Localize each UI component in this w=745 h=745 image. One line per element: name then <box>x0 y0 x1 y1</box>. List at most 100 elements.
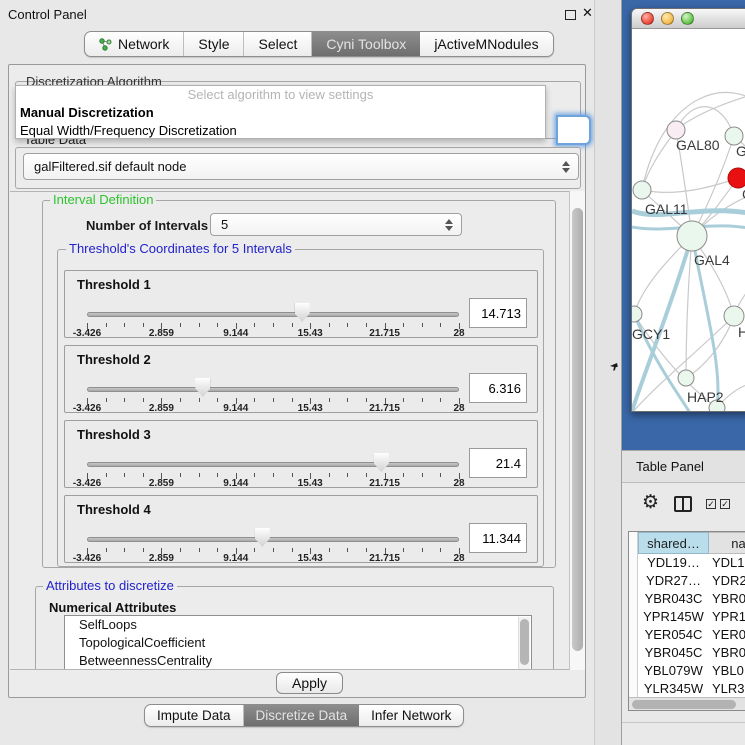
network-node[interactable] <box>633 181 651 199</box>
threshold-value-field[interactable] <box>469 373 527 403</box>
slider-tick <box>329 323 330 327</box>
slider-tick <box>273 548 274 552</box>
algorithm-option-manual[interactable]: Manual Discretization <box>16 104 545 122</box>
slider-tick <box>180 548 181 552</box>
close-traffic-light-icon[interactable] <box>641 12 654 25</box>
table-row[interactable]: YLR345WYLR3 <box>629 680 745 698</box>
slider-tick <box>403 398 404 402</box>
attribute-list-item[interactable]: BetweennessCentrality <box>65 652 531 670</box>
cyni-toolbox-panel: Discretization Algorithm Select algorith… <box>8 64 586 698</box>
slider-tick-label: 28 <box>453 553 464 564</box>
table-row[interactable]: YER054CYER0 <box>629 626 745 644</box>
list-scrollbar[interactable] <box>518 617 530 670</box>
tab-label: Network <box>118 36 169 52</box>
threshold-value-field[interactable] <box>469 523 527 553</box>
table-data-combobox[interactable]: galFiltered.sif default node <box>23 153 579 180</box>
panel-scrollbar[interactable] <box>569 191 585 670</box>
attribute-list-item[interactable]: TopologicalCoefficient <box>65 634 531 652</box>
slider-tick <box>440 473 441 477</box>
table-row[interactable]: YPR145WYPR1 <box>629 608 745 626</box>
apply-button[interactable]: Apply <box>276 672 343 694</box>
tab-cyni-toolbox[interactable]: Cyni Toolbox <box>312 32 420 56</box>
threshold-slider-track[interactable] <box>87 537 459 542</box>
tab-infer-network[interactable]: Infer Network <box>359 705 463 726</box>
network-node[interactable] <box>677 221 707 251</box>
table-cell-shared-name: YBR043C <box>638 590 709 608</box>
tab-label: Style <box>198 36 229 52</box>
table-cell-shared-name: YDR27… <box>638 572 709 590</box>
table-row[interactable]: YBL079WYBL0 <box>629 662 745 680</box>
minimize-traffic-light-icon[interactable] <box>661 12 674 25</box>
slider-tick <box>292 473 293 477</box>
tab-label: Select <box>258 36 297 52</box>
slider-tick <box>440 548 441 552</box>
table-cell-name: YDL1 <box>712 554 745 572</box>
right-column: GAL80GACGAL11GAL4GCY1HHAP2 Table Panel ⚙… <box>622 0 745 745</box>
slider-tick <box>106 398 107 402</box>
close-panel-button[interactable]: ✕ <box>582 5 593 21</box>
threshold-value-field[interactable] <box>469 298 527 328</box>
table-cell-shared-name: YDL19… <box>638 554 709 572</box>
threshold-value-field[interactable] <box>469 448 527 478</box>
slider-tick-label: 9.144 <box>223 553 248 564</box>
slider-tick-label: -3.426 <box>73 478 101 489</box>
algorithm-option-equal-width[interactable]: Equal Width/Frequency Discretization <box>16 122 545 140</box>
threshold-slider-thumb[interactable] <box>255 528 270 547</box>
table-row[interactable]: YDL19…YDL1 <box>629 554 745 572</box>
slider-tick-label: 2.859 <box>149 403 174 414</box>
attribute-list-item[interactable]: SelfLoops <box>65 616 531 634</box>
table-cell-name: YER0 <box>712 626 745 644</box>
network-node[interactable] <box>678 370 694 386</box>
threshold-slider-thumb[interactable] <box>295 303 310 322</box>
network-node[interactable] <box>632 306 642 322</box>
slider-tick-label: 15.43 <box>298 328 323 339</box>
table-header-shared[interactable]: shared… <box>638 532 709 554</box>
threshold-label: Threshold 1 <box>77 277 151 292</box>
table-row[interactable]: YBR045CYBR0 <box>629 644 745 662</box>
slider-tick <box>106 323 107 327</box>
tab-jactivemnodules[interactable]: jActiveMNodules <box>420 32 552 56</box>
slider-tick-label: -3.426 <box>73 328 101 339</box>
threshold-slider-thumb[interactable] <box>374 453 389 472</box>
tab-impute-data[interactable]: Impute Data <box>145 705 244 726</box>
number-of-intervals-combobox[interactable]: 5 <box>210 213 462 236</box>
checkbox-icon[interactable]: ✓ <box>720 499 730 509</box>
checkbox-icon[interactable]: ✓ <box>706 499 716 509</box>
algorithm-combobox-focused[interactable] <box>556 115 591 145</box>
table-row[interactable]: YBR043CYBR0 <box>629 590 745 608</box>
network-canvas[interactable]: GAL80GACGAL11GAL4GCY1HHAP2 <box>632 29 745 412</box>
threshold-slider-track[interactable] <box>87 387 459 392</box>
slider-tick-label: 28 <box>453 328 464 339</box>
network-node[interactable] <box>728 168 745 188</box>
network-node-label: GAL11 <box>645 201 688 217</box>
discretization-algorithm-label: Discretization Algorithm <box>23 74 165 85</box>
tab-select[interactable]: Select <box>244 32 312 56</box>
table-header-name[interactable]: name <box>709 532 745 554</box>
columns-icon[interactable] <box>674 496 692 512</box>
slider-tick <box>106 473 107 477</box>
slider-tick-label: 2.859 <box>149 478 174 489</box>
slider-tick <box>440 398 441 402</box>
slider-tick-label: 2.859 <box>149 328 174 339</box>
float-window-button[interactable] <box>565 10 576 20</box>
network-graph: GAL80GACGAL11GAL4GCY1HHAP2 <box>632 29 745 412</box>
network-node[interactable] <box>724 306 744 326</box>
numerical-attributes-list[interactable]: SelfLoopsTopologicalCoefficientBetweenne… <box>64 615 532 670</box>
slider-tick-label: 28 <box>453 478 464 489</box>
tab-network[interactable]: Network <box>85 32 184 56</box>
table-row[interactable]: YDR27…YDR2 <box>629 572 745 590</box>
threshold-slider-track[interactable] <box>87 312 459 317</box>
slider-tick-label: -3.426 <box>73 403 101 414</box>
table-horizontal-scrollbar[interactable] <box>629 697 745 710</box>
zoom-traffic-light-icon[interactable] <box>681 12 694 25</box>
tab-style[interactable]: Style <box>184 32 244 56</box>
threshold-slider-track[interactable] <box>87 462 459 467</box>
gear-icon[interactable]: ⚙ <box>642 491 659 514</box>
slider-tick <box>273 398 274 402</box>
tab-discretize-data[interactable]: Discretize Data <box>244 705 360 726</box>
network-edge <box>642 130 676 190</box>
node-attribute-table[interactable]: shared… name YDL19…YDL1YDR27…YDR2YBR043C… <box>628 531 745 711</box>
threshold-slider-thumb[interactable] <box>195 378 210 397</box>
panel-divider[interactable] <box>594 0 622 745</box>
network-view-window: GAL80GACGAL11GAL4GCY1HHAP2 <box>631 8 745 412</box>
